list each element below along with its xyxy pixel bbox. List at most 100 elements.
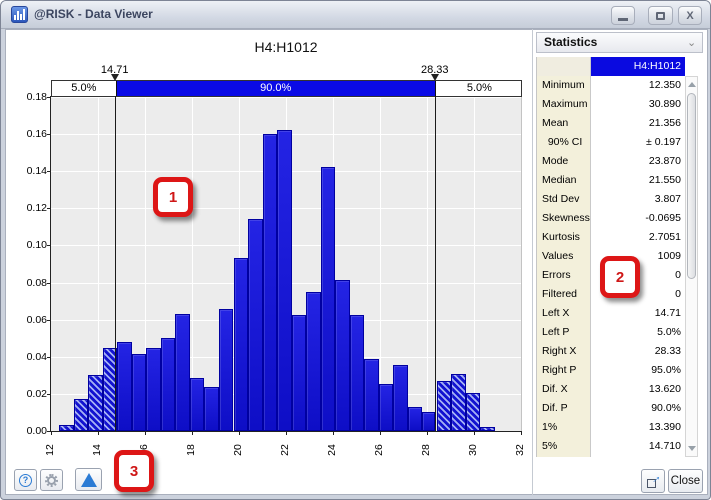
stats-row: Skewness-0.0695 bbox=[537, 209, 685, 228]
export-button[interactable]: → bbox=[641, 469, 665, 493]
y-axis-tick-label: 0.12 bbox=[15, 202, 47, 214]
x-axis-tick-label: 24 bbox=[326, 435, 338, 465]
histogram-bar bbox=[422, 412, 434, 431]
x-axis-tick-label: 20 bbox=[232, 435, 244, 465]
help-button[interactable]: ? bbox=[14, 469, 37, 491]
minimize-button[interactable] bbox=[611, 6, 635, 25]
statistics-panel-header[interactable]: Statistics bbox=[536, 32, 703, 53]
graph-triangle-icon bbox=[81, 473, 97, 487]
stats-row-label: 90% CI bbox=[537, 133, 591, 152]
stats-row-label: Left X bbox=[537, 304, 591, 323]
band-left-percent: 5.0% bbox=[52, 81, 116, 96]
histogram-bar bbox=[292, 315, 307, 431]
y-axis-tick-label: 0.04 bbox=[15, 351, 47, 363]
stats-row-label: Left P bbox=[537, 323, 591, 342]
band-middle-percent: 90.0% bbox=[116, 81, 436, 96]
stats-row: Mode23.870 bbox=[537, 152, 685, 171]
chart-title: H4:H1012 bbox=[51, 39, 521, 55]
stats-row-label: Filtered bbox=[537, 285, 591, 304]
y-axis-line bbox=[50, 96, 51, 432]
stats-row-value: 12.350 bbox=[591, 76, 685, 95]
stats-row: Left P5.0% bbox=[537, 323, 685, 342]
stats-row-label: Dif. P bbox=[537, 399, 591, 418]
statistics-panel-title: Statistics bbox=[544, 35, 597, 49]
close-window-button[interactable]: X bbox=[678, 6, 702, 25]
stats-row: Right P95.0% bbox=[537, 361, 685, 380]
histogram-bar bbox=[88, 375, 103, 431]
stats-row: Minimum12.350 bbox=[537, 76, 685, 95]
histogram-bar bbox=[190, 378, 205, 431]
minimize-icon bbox=[618, 18, 628, 21]
stats-row: Std Dev3.807 bbox=[537, 190, 685, 209]
right-delimiter-line[interactable] bbox=[435, 96, 436, 431]
stats-row: Dif. X13.620 bbox=[537, 380, 685, 399]
x-gridline bbox=[427, 97, 428, 431]
histogram-bar bbox=[335, 280, 350, 431]
stats-row-value: 14.710 bbox=[591, 437, 685, 456]
graph-options-button[interactable] bbox=[75, 468, 102, 491]
histogram-bar bbox=[350, 315, 365, 431]
stats-row-value: 23.870 bbox=[591, 152, 685, 171]
histogram-bar bbox=[321, 167, 336, 431]
stats-row-label: Skewness bbox=[537, 209, 591, 228]
scrollbar-up-icon[interactable] bbox=[688, 82, 696, 87]
window-title: @RISK - Data Viewer bbox=[34, 7, 153, 21]
histogram-bar bbox=[466, 393, 481, 431]
stats-row-label: Minimum bbox=[537, 76, 591, 95]
x-axis-tick-label: 26 bbox=[373, 435, 385, 465]
right-delimiter-handle[interactable] bbox=[431, 74, 439, 81]
histogram-bar bbox=[263, 134, 278, 431]
left-delimiter-handle[interactable] bbox=[111, 74, 119, 81]
stats-row-label: Values bbox=[537, 247, 591, 266]
stats-row-label: Mean bbox=[537, 114, 591, 133]
x-gridline bbox=[474, 97, 475, 431]
maximize-icon bbox=[656, 12, 665, 20]
histogram-bar bbox=[175, 314, 190, 431]
histogram-bar bbox=[234, 258, 249, 431]
stats-row-value: 5.0% bbox=[591, 323, 685, 342]
stats-row-value: 13.620 bbox=[591, 380, 685, 399]
left-delimiter-line[interactable] bbox=[115, 96, 116, 431]
scrollbar-thumb[interactable] bbox=[687, 93, 696, 279]
x-axis-tick-label: 22 bbox=[279, 435, 291, 465]
stats-row-label: Right X bbox=[537, 342, 591, 361]
histogram-bar bbox=[379, 384, 394, 431]
close-button[interactable]: Close bbox=[668, 469, 703, 493]
stats-column-header: H4:H1012 bbox=[591, 57, 685, 76]
band-right-percent: 5.0% bbox=[436, 81, 523, 96]
y-axis-tick-label: 0.14 bbox=[15, 165, 47, 177]
y-axis-tick-label: 0.08 bbox=[15, 277, 47, 289]
stats-row-label: 1% bbox=[537, 418, 591, 437]
stats-row-value: 30.890 bbox=[591, 95, 685, 114]
settings-button[interactable] bbox=[40, 469, 63, 491]
stats-row: Median21.550 bbox=[537, 171, 685, 190]
stats-row-label: 5% bbox=[537, 437, 591, 456]
histogram-bar bbox=[306, 292, 321, 431]
x-axis-tick-label: 30 bbox=[467, 435, 479, 465]
stats-row-value: 28.33 bbox=[591, 342, 685, 361]
maximize-button[interactable] bbox=[648, 6, 673, 25]
stats-row-value: 95.0% bbox=[591, 361, 685, 380]
stats-row-value: 14.71 bbox=[591, 304, 685, 323]
stats-row-label: Kurtosis bbox=[537, 228, 591, 247]
histogram-bar bbox=[204, 387, 219, 431]
title-bar[interactable]: @RISK - Data Viewer X bbox=[1, 1, 711, 29]
histogram-bar bbox=[132, 354, 147, 431]
stats-row: 10%15.630 bbox=[537, 456, 685, 457]
x-axis-line bbox=[50, 431, 522, 432]
stats-row-value: 90.0% bbox=[591, 399, 685, 418]
chevron-down-icon[interactable]: ⌄ bbox=[687, 36, 696, 49]
stats-corner-cell bbox=[537, 57, 591, 76]
histogram-bar bbox=[161, 338, 176, 431]
histogram-bar bbox=[364, 359, 379, 431]
y-axis-tick-label: 0.10 bbox=[15, 239, 47, 251]
stats-row-value: 21.356 bbox=[591, 114, 685, 133]
y-axis-tick-label: 0.02 bbox=[15, 388, 47, 400]
x-axis-tick-label: 14 bbox=[91, 435, 103, 465]
stats-row: Kurtosis2.7051 bbox=[537, 228, 685, 247]
histogram-bar bbox=[219, 309, 234, 431]
stats-row-label: Maximum bbox=[537, 95, 591, 114]
scrollbar-down-icon[interactable] bbox=[688, 446, 696, 451]
annotation-badge-1: 1 bbox=[153, 177, 193, 217]
x-axis-tick-label: 28 bbox=[420, 435, 432, 465]
